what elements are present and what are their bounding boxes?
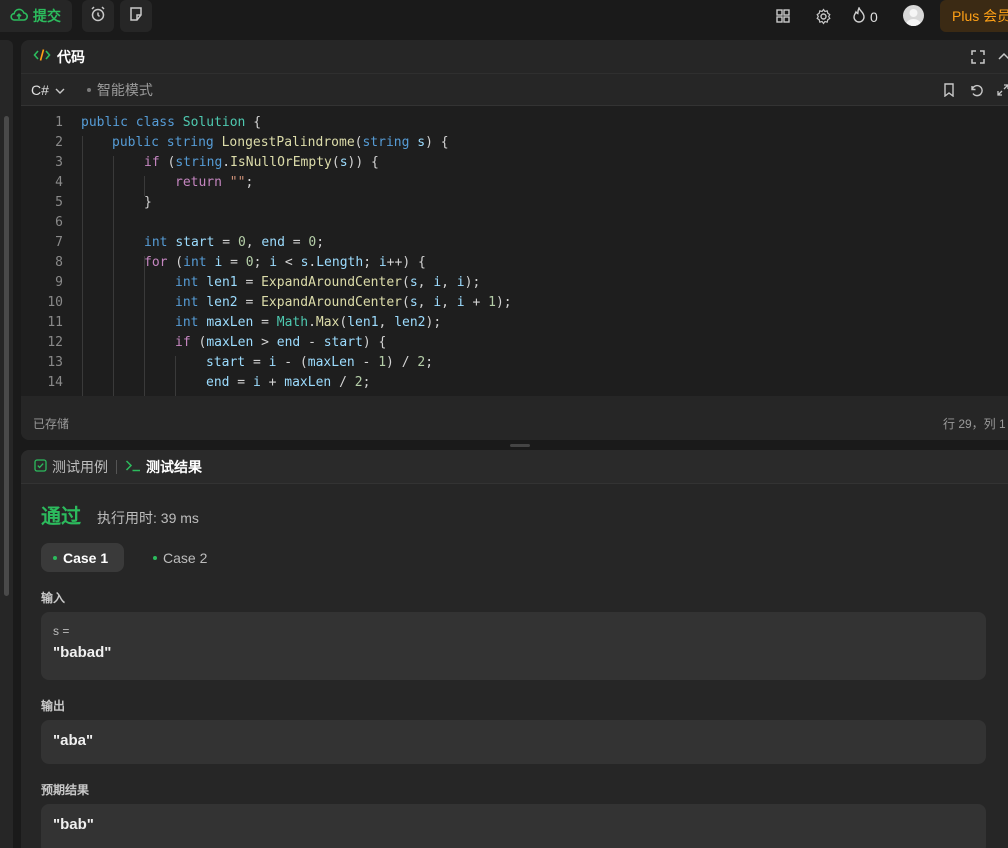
- expected-value: "bab": [53, 816, 94, 833]
- pass-dot-icon: [153, 555, 157, 560]
- tab-testcase[interactable]: 测试用例: [34, 457, 108, 477]
- note-icon: [128, 6, 144, 27]
- panel-resize-handle[interactable]: [510, 444, 530, 447]
- expected-box: "bab": [41, 804, 986, 848]
- cursor-position: 行 29，列 1: [943, 416, 1006, 431]
- plus-label: Plus 会员: [952, 8, 1008, 24]
- collapse-icon[interactable]: [998, 50, 1008, 66]
- notes-button[interactable]: [120, 0, 152, 32]
- gear-icon[interactable]: [813, 6, 833, 26]
- result-tabs: 测试用例 测试结果: [21, 450, 1008, 484]
- input-box: s = "babad": [41, 612, 986, 680]
- reset-icon[interactable]: [969, 83, 983, 100]
- accepted-status: 通过: [41, 506, 81, 528]
- tab-testcase-label: 测试用例: [52, 458, 108, 475]
- case-2-tab[interactable]: Case 2: [141, 543, 223, 572]
- tab-result-label: 测试结果: [146, 458, 202, 475]
- tab-divider: [116, 459, 117, 474]
- dot-icon: [86, 87, 91, 92]
- code-brackets-icon: [33, 48, 51, 65]
- tab-result[interactable]: 测试结果: [125, 457, 202, 477]
- flame-icon: [852, 6, 866, 26]
- smart-mode-toggle[interactable]: 智能模式: [86, 80, 153, 100]
- indent-guide: [144, 256, 145, 396]
- alarm-clock-icon: [89, 5, 107, 28]
- output-label: 输出: [41, 699, 66, 713]
- language-label: C#: [31, 81, 49, 98]
- bookmark-icon[interactable]: [943, 83, 955, 100]
- timer-button[interactable]: [82, 0, 114, 32]
- cloud-upload-icon: [10, 7, 28, 26]
- expand-icon[interactable]: [997, 83, 1008, 99]
- input-value: "babad": [53, 644, 112, 661]
- streak-count: 0: [870, 8, 878, 25]
- expected-label: 预期结果: [41, 783, 90, 797]
- scrollbar-thumb[interactable]: [4, 116, 9, 596]
- case-1-label: Case 1: [63, 549, 109, 566]
- indent-guide: [82, 136, 83, 396]
- submit-label: 提交: [33, 8, 61, 24]
- case-2-label: Case 2: [163, 549, 208, 566]
- input-label: 输入: [41, 591, 66, 605]
- pass-dot-icon: [53, 555, 57, 560]
- output-value: "aba": [53, 732, 94, 749]
- avatar[interactable]: [903, 5, 924, 26]
- plus-membership-button[interactable]: Plus 会员: [940, 0, 1008, 32]
- language-select[interactable]: C#: [31, 82, 65, 98]
- editor-toolbar: C# 智能模式: [21, 74, 1008, 106]
- chevron-down-icon: [55, 82, 65, 98]
- smart-mode-label: 智能模式: [96, 81, 153, 98]
- code-panel: 代码 C# 智能模式 1 public class Solution {2 p…: [21, 40, 1008, 440]
- code-panel-title: 代码: [57, 48, 85, 65]
- result-panel: 测试用例 测试结果 通过 执行用时: 39 ms Case 1 Case 2 输…: [21, 450, 1008, 848]
- saved-status: 已存储: [33, 416, 70, 431]
- code-panel-header: 代码: [21, 40, 1008, 74]
- indent-guide: [175, 356, 176, 396]
- editor-status-bar: 已存储 行 29，列 1: [21, 406, 1008, 440]
- input-var-name: s =: [53, 624, 70, 638]
- runtime-text: 执行用时: 39 ms: [97, 510, 199, 526]
- indent-guide: [113, 156, 114, 396]
- terminal-icon: [125, 459, 141, 475]
- code-editor[interactable]: 1 public class Solution { 2 public string …: [21, 106, 1008, 396]
- output-box: "aba": [41, 720, 986, 764]
- result-status-line: 通过 执行用时: 39 ms: [41, 500, 199, 529]
- case-1-tab[interactable]: Case 1: [41, 543, 125, 572]
- top-bar: 提交 0 Plus 会员: [0, 0, 1008, 32]
- fullscreen-icon[interactable]: [971, 50, 985, 67]
- submit-button[interactable]: 提交: [0, 0, 72, 32]
- left-panel-edge: [0, 40, 13, 848]
- layout-grid-icon[interactable]: [773, 6, 793, 26]
- checkbox-icon: [34, 458, 47, 475]
- streak-counter[interactable]: 0: [852, 6, 878, 26]
